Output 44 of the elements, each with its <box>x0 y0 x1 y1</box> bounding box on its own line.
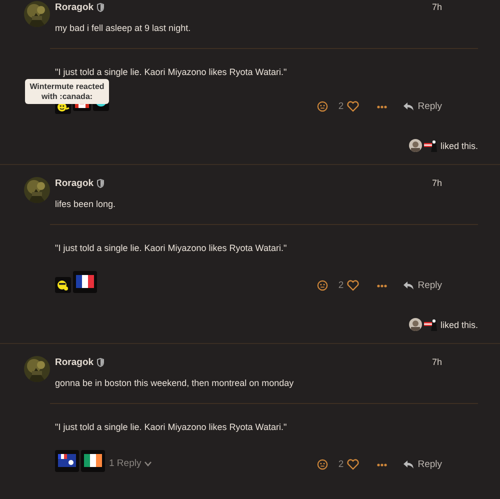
smiley-icon[interactable] <box>317 101 328 112</box>
reply-icon <box>402 460 414 469</box>
author-name[interactable]: Roragok <box>55 2 94 12</box>
flag-icon[interactable] <box>81 450 105 472</box>
post-text: gonna be in boston this weekend, then montreal on monday <box>55 378 295 388</box>
shield-icon <box>96 358 104 366</box>
reaction-tooltip: Wintermute reacted with :canada: <box>25 79 109 104</box>
signature-text: "I just told a single lie. Kaori Miyazono likes Ryota Watari." <box>55 422 288 432</box>
smiley-icon[interactable] <box>317 459 328 470</box>
smiley-icon[interactable] <box>317 280 328 291</box>
replies-toggle[interactable]: 1 Reply <box>107 458 154 469</box>
flag-icon[interactable] <box>55 450 79 472</box>
post-text: my bad i fell asleep at 9 last night. <box>55 23 192 33</box>
signature-text: "I just told a single lie. Kaori Miyazono likes Ryota Watari." <box>55 243 288 253</box>
more-icon[interactable] <box>376 284 387 288</box>
heart-icon[interactable] <box>346 280 359 291</box>
chevron-down-icon <box>144 460 152 466</box>
liked-text: liked this. <box>440 140 478 150</box>
more-icon[interactable] <box>376 462 387 466</box>
signature-text: "I just told a single lie. Kaori Miyazono likes Ryota Watari." <box>55 67 288 77</box>
reply-icon <box>402 281 414 290</box>
post-time[interactable]: 7h <box>432 357 442 367</box>
author-name[interactable]: Roragok <box>55 356 94 368</box>
reply-button[interactable]: Reply <box>402 280 442 291</box>
like-count: 2 <box>338 101 344 112</box>
shield-icon <box>96 2 104 12</box>
post-text: lifes been long. <box>55 199 117 209</box>
avatar-icon <box>424 318 438 331</box>
reply-button[interactable]: Reply <box>402 459 442 470</box>
post-time[interactable]: 7h <box>432 178 442 188</box>
author-name[interactable]: Roragok <box>55 178 94 188</box>
avatar-icon <box>424 139 438 152</box>
like-count: 2 <box>338 280 344 291</box>
smiley-icon[interactable] <box>55 277 71 293</box>
heart-icon[interactable] <box>346 101 359 112</box>
liked-text: liked this. <box>440 320 478 330</box>
flag-icon[interactable] <box>73 271 97 293</box>
like-count: 2 <box>338 459 344 470</box>
more-icon[interactable] <box>376 104 387 108</box>
reply-icon <box>402 102 414 111</box>
shield-icon <box>96 178 104 188</box>
post-time[interactable]: 7h <box>432 2 442 12</box>
heart-icon[interactable] <box>346 459 359 470</box>
reply-button[interactable]: Reply <box>402 101 442 112</box>
